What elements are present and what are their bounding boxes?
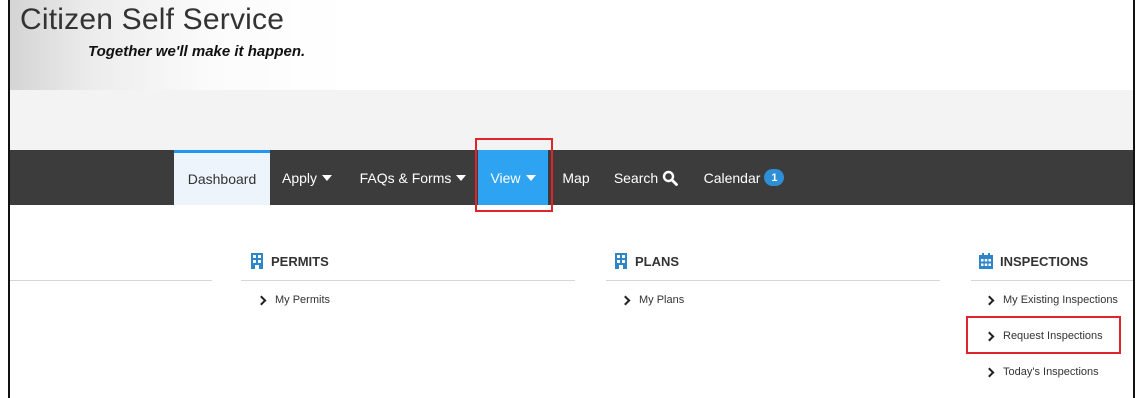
link-my-permits-label: My Permits	[275, 294, 330, 306]
main-navbar: Dashboard Apply FAQs & Forms View Map Se…	[10, 150, 1133, 205]
chevron-down-icon	[456, 174, 467, 181]
view-highlight-box	[475, 138, 553, 212]
link-todays-inspections[interactable]: Today's Inspections	[984, 363, 1099, 381]
window-right-edge	[1133, 0, 1135, 398]
request-inspections-highlight-box	[966, 316, 1121, 354]
chevron-right-icon	[984, 295, 995, 305]
link-my-plans-label: My Plans	[639, 294, 685, 306]
inspections-heading: INSPECTIONS	[979, 250, 1088, 272]
nav-map[interactable]: Map	[554, 150, 598, 205]
site-tagline: Together we'll make it happen.	[88, 43, 306, 60]
section-divider-plans	[606, 280, 940, 281]
search-icon	[662, 170, 679, 186]
plans-heading: PLANS	[614, 250, 679, 272]
plans-heading-label: PLANS	[635, 253, 680, 269]
header-band	[10, 90, 1133, 150]
nav-dashboard-label: Dashboard	[187, 171, 257, 187]
section-divider-left	[10, 280, 212, 281]
nav-apply-label: Apply	[281, 169, 318, 186]
nav-search[interactable]: Search	[608, 150, 684, 205]
chevron-right-icon	[620, 295, 631, 305]
nav-calendar-label: Calendar	[703, 169, 761, 186]
calendar-icon	[979, 253, 993, 269]
nav-map-label: Map	[562, 169, 590, 186]
permits-heading-label: PERMITS	[271, 253, 329, 269]
nav-apply[interactable]: Apply	[272, 150, 342, 205]
link-my-permits[interactable]: My Permits	[256, 291, 330, 309]
section-divider-inspections	[971, 280, 1133, 281]
link-my-existing-inspections-label: My Existing Inspections	[1003, 294, 1118, 306]
link-my-existing-inspections[interactable]: My Existing Inspections	[984, 291, 1118, 309]
nav-dashboard[interactable]: Dashboard	[174, 150, 270, 205]
chevron-right-icon	[256, 295, 267, 305]
calendar-count-badge: 1	[764, 169, 785, 186]
nav-calendar[interactable]: Calendar 1	[694, 150, 794, 205]
link-todays-inspections-label: Today's Inspections	[1003, 366, 1099, 378]
building-icon	[615, 253, 627, 269]
nav-search-label: Search	[613, 169, 659, 186]
chevron-right-icon	[984, 367, 995, 377]
link-my-plans[interactable]: My Plans	[620, 291, 685, 309]
building-icon	[251, 253, 263, 269]
section-divider-permits	[241, 280, 575, 281]
permits-heading: PERMITS	[250, 250, 329, 272]
site-header: Citizen Self Service Together we'll make…	[10, 0, 1133, 90]
nav-faqs-forms-label: FAQs & Forms	[359, 169, 452, 186]
nav-faqs-forms[interactable]: FAQs & Forms	[348, 150, 478, 205]
chevron-down-icon	[322, 174, 333, 181]
inspections-heading-label: INSPECTIONS	[1000, 253, 1089, 269]
site-title: Citizen Self Service	[20, 3, 285, 36]
